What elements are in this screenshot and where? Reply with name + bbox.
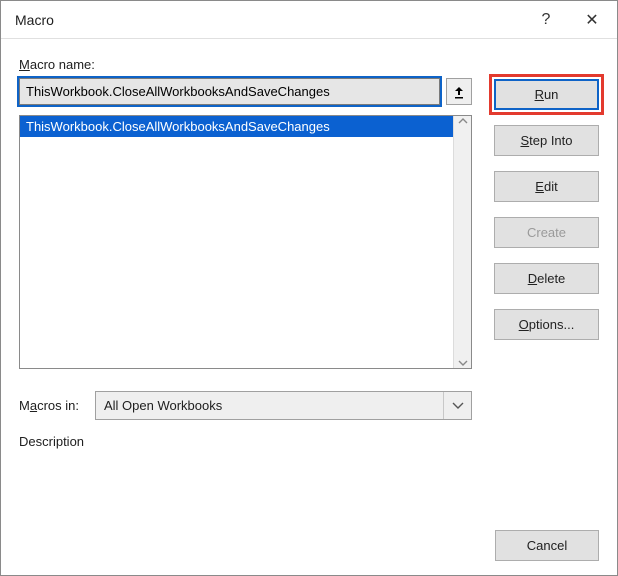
close-icon: ✕ bbox=[585, 10, 598, 30]
cancel-button[interactable]: Cancel bbox=[495, 530, 599, 561]
footer: Cancel bbox=[19, 530, 599, 561]
options-button[interactable]: Options... bbox=[494, 309, 599, 340]
close-button[interactable]: ✕ bbox=[569, 2, 615, 38]
macros-in-row: Macros in: All Open Workbooks bbox=[19, 391, 472, 420]
delete-button[interactable]: Delete bbox=[494, 263, 599, 294]
macro-name-input[interactable] bbox=[19, 78, 440, 105]
macros-in-label: Macros in: bbox=[19, 398, 79, 413]
right-column: Run Step Into Edit Create Delete Options… bbox=[494, 79, 599, 340]
macros-in-select[interactable]: All Open Workbooks bbox=[95, 391, 472, 420]
step-into-button[interactable]: Step Into bbox=[494, 125, 599, 156]
run-button[interactable]: Run bbox=[494, 79, 599, 110]
macro-listbox[interactable]: ThisWorkbook.CloseAllWorkbooksAndSaveCha… bbox=[19, 115, 472, 369]
titlebar: Macro ? ✕ bbox=[1, 1, 617, 39]
chevron-down-icon bbox=[458, 360, 468, 366]
macro-dialog: Macro ? ✕ Macro name: bbox=[0, 0, 618, 576]
description-label: Description bbox=[19, 434, 472, 449]
top-row: Macro name: ThisWorkbook.CloseAllWorkboo… bbox=[19, 57, 599, 449]
left-column: Macro name: ThisWorkbook.CloseAllWorkboo… bbox=[19, 57, 472, 449]
chevron-up-icon bbox=[458, 118, 468, 124]
macro-name-label: Macro name: bbox=[19, 57, 472, 72]
help-button[interactable]: ? bbox=[523, 2, 569, 38]
list-item[interactable]: ThisWorkbook.CloseAllWorkbooksAndSaveCha… bbox=[20, 116, 453, 137]
macro-list-items: ThisWorkbook.CloseAllWorkbooksAndSaveCha… bbox=[20, 116, 453, 368]
macros-in-select-wrap: All Open Workbooks bbox=[95, 391, 472, 420]
help-icon: ? bbox=[542, 11, 551, 29]
reference-icon bbox=[453, 85, 465, 99]
edit-button[interactable]: Edit bbox=[494, 171, 599, 202]
dialog-title: Macro bbox=[15, 12, 523, 28]
dialog-body: Macro name: ThisWorkbook.CloseAllWorkboo… bbox=[1, 39, 617, 575]
create-button: Create bbox=[494, 217, 599, 248]
chevron-down-icon bbox=[443, 392, 471, 419]
macros-in-value: All Open Workbooks bbox=[104, 398, 222, 413]
listbox-scrollbar[interactable] bbox=[453, 116, 471, 368]
reference-button[interactable] bbox=[446, 78, 472, 105]
macro-name-row bbox=[19, 78, 472, 105]
